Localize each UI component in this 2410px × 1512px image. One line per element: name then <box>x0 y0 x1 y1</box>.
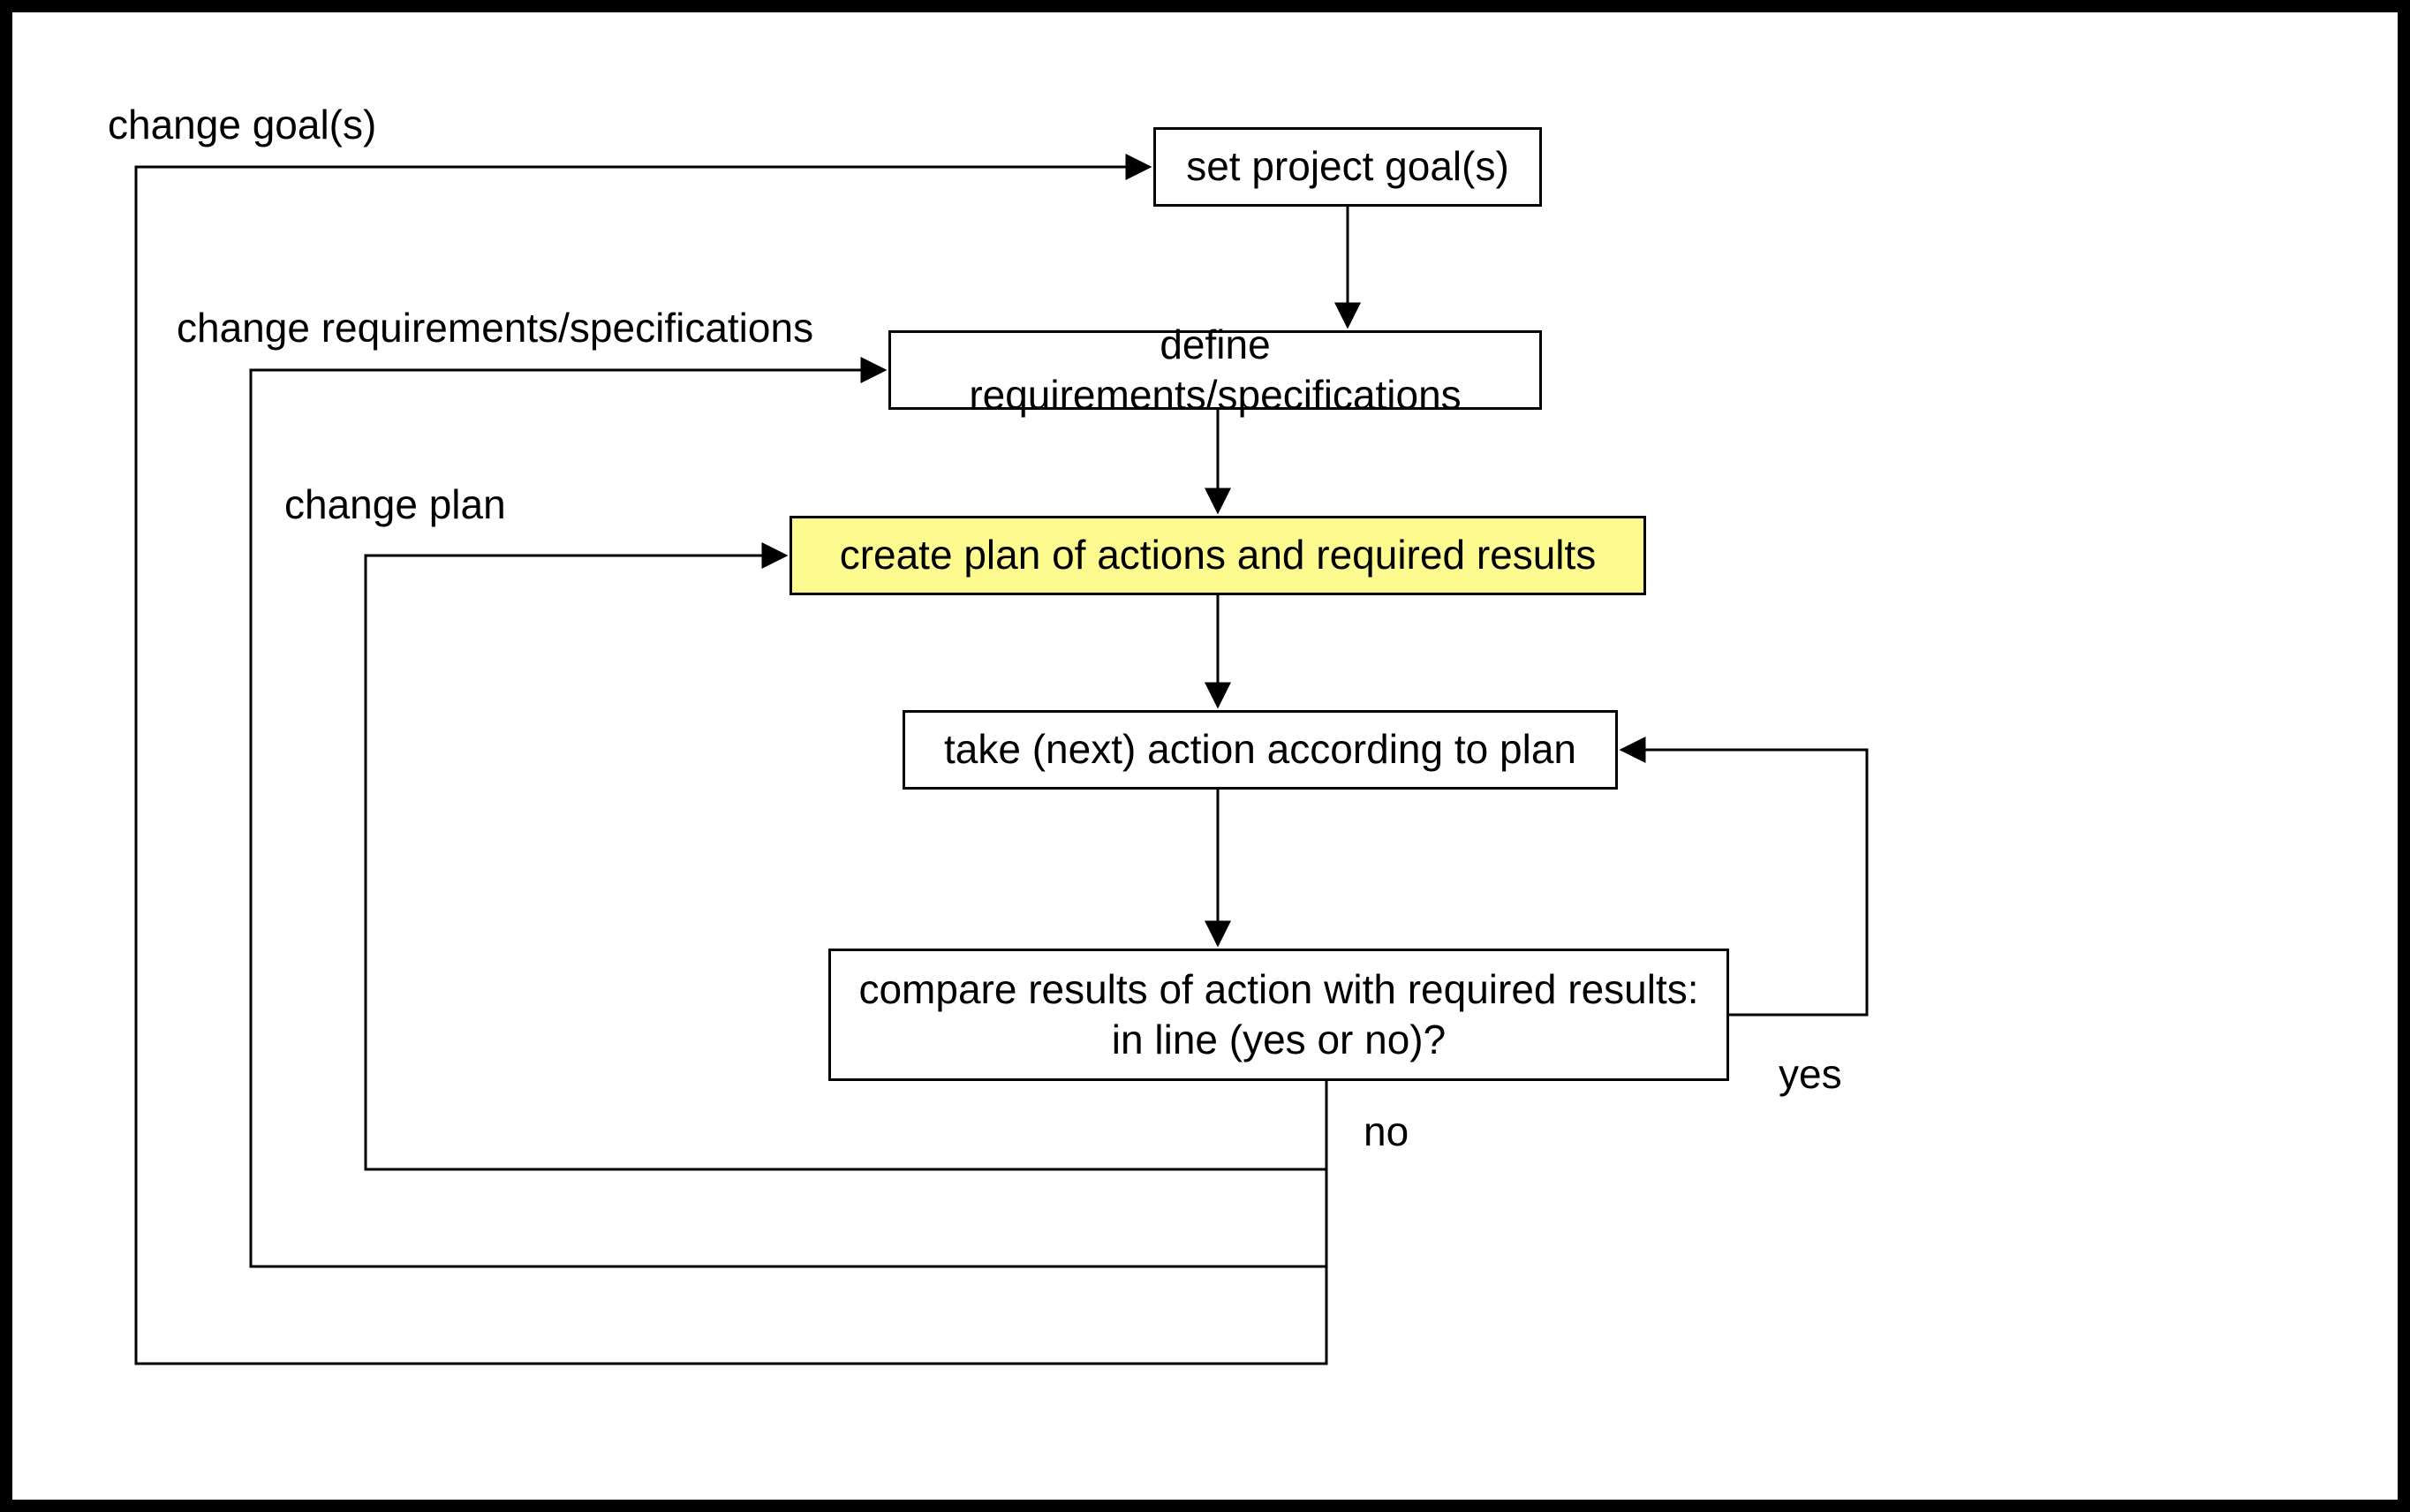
node-label: define requirements/specifications <box>912 320 1518 421</box>
node-create-plan: create plan of actions and required resu… <box>789 516 1646 595</box>
node-label: create plan of actions and required resu… <box>840 530 1597 581</box>
node-take-action: take (next) action according to plan <box>903 710 1618 790</box>
node-define-requirements: define requirements/specifications <box>888 330 1542 410</box>
label-change-goal: change goal(s) <box>108 101 376 148</box>
label-yes: yes <box>1779 1050 1842 1098</box>
flowchart: set project goal(s) define requirements/… <box>0 0 2410 1512</box>
label-no: no <box>1364 1108 1409 1155</box>
node-label: compare results of action with required … <box>858 964 1698 1066</box>
node-set-goal: set project goal(s) <box>1153 127 1542 207</box>
node-label: set project goal(s) <box>1186 141 1509 193</box>
node-label: take (next) action according to plan <box>944 724 1576 775</box>
label-change-plan: change plan <box>284 480 506 528</box>
label-change-requirements: change requirements/specifications <box>177 304 813 352</box>
node-compare-results: compare results of action with required … <box>828 949 1729 1081</box>
